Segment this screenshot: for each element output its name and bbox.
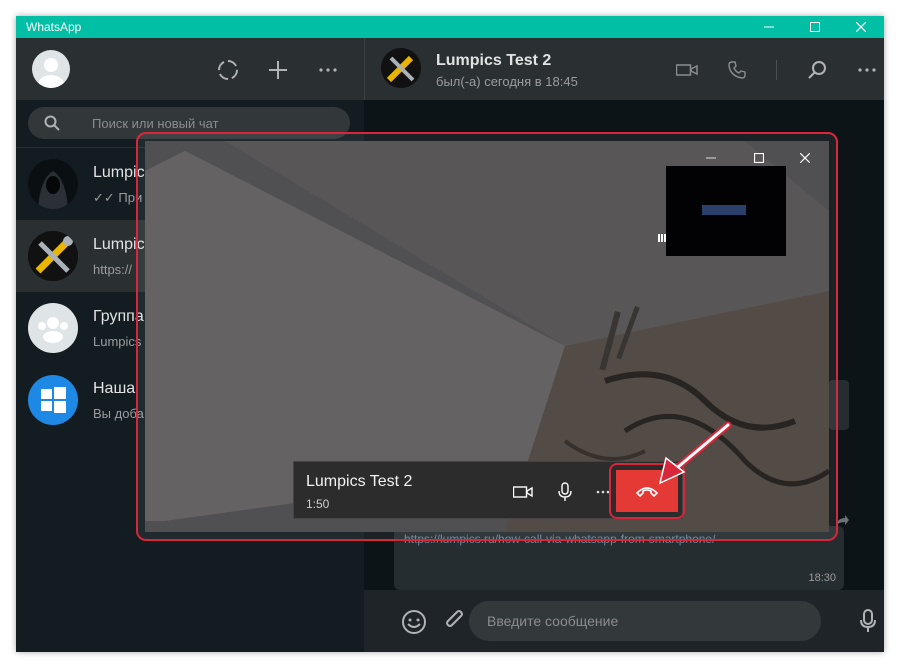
title-bar: WhatsApp (16, 16, 884, 38)
new-chat-button[interactable] (266, 58, 290, 82)
microphone-icon (860, 609, 876, 632)
my-avatar[interactable] (32, 50, 70, 88)
group-avatar-icon (38, 317, 68, 343)
hangup-icon (636, 487, 658, 497)
contact-name[interactable]: Lumpics Test 2 (436, 52, 551, 70)
search-icon (808, 61, 826, 79)
hacker-avatar-image (28, 159, 78, 209)
call-contact-name: Lumpics Test 2 (306, 473, 413, 490)
close-icon (800, 153, 810, 163)
conversation-header: Lumpics Test 2 был(-а) сегодня в 18:45 (364, 38, 884, 100)
voice-call-icon (728, 61, 746, 79)
compose-bar (364, 590, 884, 652)
close-icon (856, 22, 866, 32)
voice-message-button[interactable] (859, 609, 877, 633)
tools-avatar-image (381, 48, 421, 88)
self-video-preview[interactable] (666, 166, 786, 256)
minimize-icon (764, 26, 774, 28)
message-time: 18:30 (808, 572, 836, 584)
windows-logo-avatar (41, 387, 66, 413)
video-call-window: Lumpics Test 2 1:50 (145, 141, 829, 532)
new-chat-icon (269, 61, 287, 79)
self-view-drag-handle[interactable] (657, 230, 667, 242)
call-mute-toggle[interactable] (552, 480, 578, 504)
sidebar-menu-button[interactable] (316, 58, 340, 82)
emoji-icon (402, 610, 426, 634)
end-call-button[interactable] (616, 470, 678, 512)
sidebar-header (16, 38, 364, 100)
chat-preview: ✓✓ При (93, 190, 143, 205)
drag-handle-icon (658, 234, 666, 242)
menu-icon (596, 490, 610, 494)
search-messages-button[interactable] (805, 58, 829, 82)
emoji-button[interactable] (401, 609, 427, 635)
minimize-icon (706, 157, 716, 159)
chat-avatar (28, 303, 78, 353)
call-minimize-button[interactable] (697, 149, 725, 167)
maximize-icon (810, 22, 820, 32)
chat-name: Наша (93, 380, 136, 397)
attach-icon (446, 610, 463, 627)
maximize-button[interactable] (792, 16, 838, 38)
close-button[interactable] (838, 16, 884, 38)
call-video-toggle[interactable] (510, 480, 536, 504)
call-close-button[interactable] (791, 149, 819, 167)
self-video-content (702, 205, 746, 215)
search-icon (44, 115, 60, 136)
chat-avatar (28, 231, 78, 281)
contact-status: был(-а) сегодня в 18:45 (436, 74, 578, 89)
voice-call-button[interactable] (725, 58, 749, 82)
video-call-icon (676, 64, 698, 76)
chat-preview: Lumpics (93, 334, 142, 349)
maximize-icon (754, 153, 764, 163)
minimize-button[interactable] (746, 16, 792, 38)
chat-preview: https:// (93, 262, 133, 277)
conversation-menu-button[interactable] (855, 58, 879, 82)
video-call-icon (513, 486, 533, 498)
window-title: WhatsApp (26, 20, 82, 34)
menu-icon (319, 68, 337, 72)
header-divider (776, 60, 777, 80)
attach-button[interactable] (443, 609, 467, 633)
chat-avatar (28, 159, 78, 209)
status-button[interactable] (216, 58, 240, 82)
menu-icon (858, 68, 876, 72)
microphone-icon (558, 482, 572, 501)
default-avatar-icon (38, 58, 64, 88)
call-maximize-button[interactable] (745, 149, 773, 167)
call-duration: 1:50 (306, 497, 330, 511)
message-input[interactable] (469, 601, 821, 641)
status-icon (218, 60, 238, 80)
chat-avatar (28, 375, 78, 425)
tools-avatar-image (28, 231, 78, 281)
contact-avatar[interactable] (381, 48, 421, 88)
video-call-button[interactable] (675, 58, 699, 82)
